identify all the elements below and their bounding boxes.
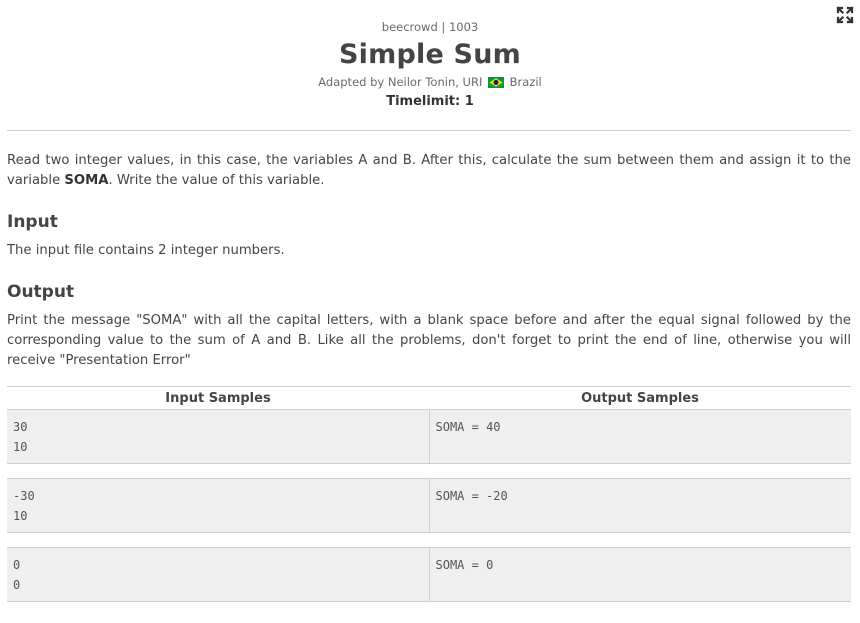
brazil-flag-icon (488, 77, 504, 88)
author-text: Adapted by Neilor Tonin, URI (318, 75, 483, 89)
sample-row: 30 10 SOMA = 40 (7, 409, 851, 464)
sample-input-line: 10 (13, 509, 28, 523)
sample-spacer (7, 532, 851, 548)
problem-author: Adapted by Neilor Tonin, URI Brazil (0, 74, 860, 91)
sample-output-line: SOMA = 0 (435, 558, 494, 572)
sample-output-line: SOMA = -20 (435, 489, 508, 503)
sample-row: 0 0 SOMA = 0 (7, 547, 851, 602)
input-heading: Input (7, 212, 58, 232)
sample-output[interactable]: SOMA = 0 (429, 547, 851, 602)
author-country: Brazil (509, 75, 542, 89)
output-heading: Output (7, 282, 75, 302)
sample-spacer (7, 463, 851, 479)
sample-input[interactable]: 30 10 (7, 409, 430, 464)
sample-input[interactable]: -30 10 (7, 478, 430, 533)
samples-table: Input Samples Output Samples 30 10 SOMA … (7, 386, 851, 602)
sample-output-line: SOMA = 40 (435, 420, 501, 434)
output-description: Print the message "SOMA" with all the ca… (7, 313, 851, 368)
time-limit: Timelimit: 1 (386, 94, 474, 109)
sample-input-line: 30 (13, 420, 28, 434)
input-samples-header: Input Samples (7, 386, 429, 410)
sample-input-line: 10 (13, 440, 28, 454)
header-divider (7, 130, 851, 131)
output-samples-header: Output Samples (429, 386, 851, 410)
description-variable: SOMA (64, 173, 109, 188)
problem-title: Simple Sum (339, 39, 521, 70)
sample-row: -30 10 SOMA = -20 (7, 478, 851, 533)
sample-output[interactable]: SOMA = 40 (429, 409, 851, 464)
problem-source: beecrowd | 1003 (381, 20, 479, 34)
description-text-end: . Write the value of this variable. (108, 173, 325, 188)
sample-input-line: -30 (13, 489, 35, 503)
sample-input-line: 0 (13, 558, 21, 572)
input-description: The input file contains 2 integer number… (7, 243, 285, 258)
problem-description: Read two integer values, in this case, t… (7, 151, 851, 191)
sample-input-line: 0 (13, 578, 21, 592)
sample-output[interactable]: SOMA = -20 (429, 478, 851, 533)
sample-input[interactable]: 0 0 (7, 547, 430, 602)
